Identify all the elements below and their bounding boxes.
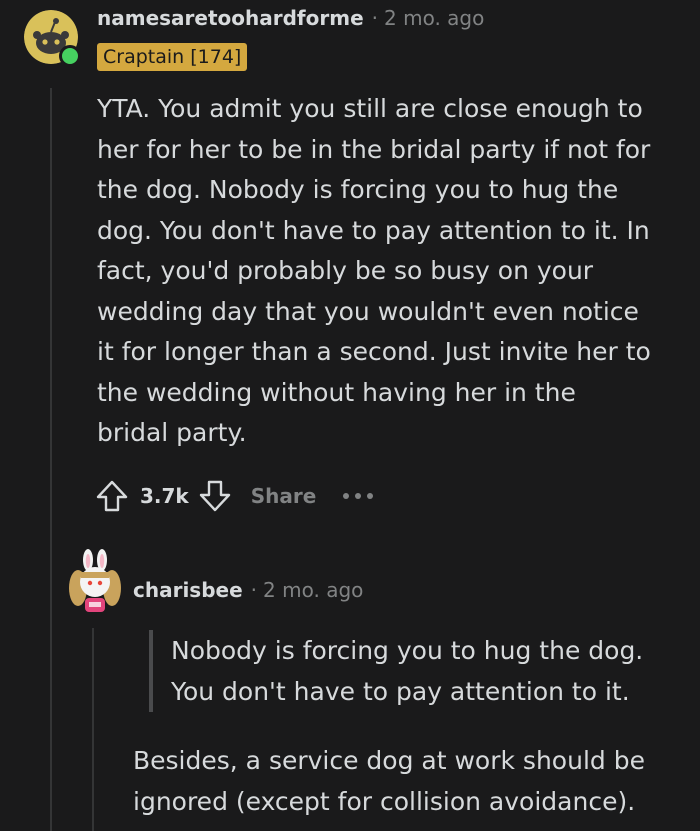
- reply-body-line: ignored (except for collision avoidance)…: [133, 787, 636, 816]
- comment-username[interactable]: namesaretoohardforme: [97, 6, 364, 30]
- reply-blockquote: Nobody is forcing you to hug the dog. Yo…: [149, 630, 643, 712]
- comment-meta: namesaretoohardforme · 2 mo. ago: [97, 6, 484, 30]
- downvote-arrow-icon[interactable]: [195, 476, 235, 516]
- upvote-arrow-icon[interactable]: [92, 476, 132, 516]
- quote-line: You don't have to pay attention to it.: [171, 677, 630, 706]
- comment-body-line: YTA. You admit you still are close enoug…: [97, 94, 643, 123]
- more-options-icon[interactable]: [342, 476, 374, 516]
- meta-separator: ·: [371, 6, 378, 30]
- online-status-icon: [59, 45, 81, 67]
- reply-body-line: Besides, a service dog at work should be: [133, 746, 645, 775]
- reply-body: Besides, a service dog at work should be…: [133, 740, 645, 822]
- bunny-ears-avatar-icon[interactable]: [66, 548, 124, 614]
- comment-body-line: the dog. Nobody is forcing you to hug th…: [97, 175, 619, 204]
- thread-line-main[interactable]: [50, 88, 52, 831]
- comment-body-line: her for her to be in the bridal party if…: [97, 134, 651, 164]
- comment-body-line: dog. You don't have to pay attention to …: [97, 215, 650, 245]
- thread-line-reply[interactable]: [92, 628, 94, 831]
- comment-body-line: bridal party.: [97, 418, 247, 447]
- comment-body-line: it for longer than a second. Just invite…: [97, 337, 651, 366]
- share-button[interactable]: Share: [251, 484, 317, 508]
- comment-body-line: the wedding without having her in the: [97, 377, 576, 407]
- comment-body-line: fact, you'd probably be so busy on your: [97, 256, 594, 285]
- user-flair: Craptain [174]: [97, 43, 248, 71]
- vote-count: 3.7k: [140, 484, 189, 508]
- meta-separator: ·: [250, 578, 258, 602]
- reply-username[interactable]: charisbee: [133, 578, 243, 602]
- comment-body: YTA. You admit you still are close enoug…: [97, 89, 651, 454]
- comment-timestamp[interactable]: 2 mo. ago: [384, 6, 484, 30]
- reply-timestamp[interactable]: 2 mo. ago: [263, 578, 363, 602]
- comment-body-line: wedding day that you wouldn't even notic…: [97, 296, 639, 326]
- quote-line: Nobody is forcing you to hug the dog.: [171, 636, 644, 665]
- reply-meta: charisbee · 2 mo. ago: [133, 578, 363, 602]
- comment-action-bar: 3.7k Share: [92, 476, 374, 516]
